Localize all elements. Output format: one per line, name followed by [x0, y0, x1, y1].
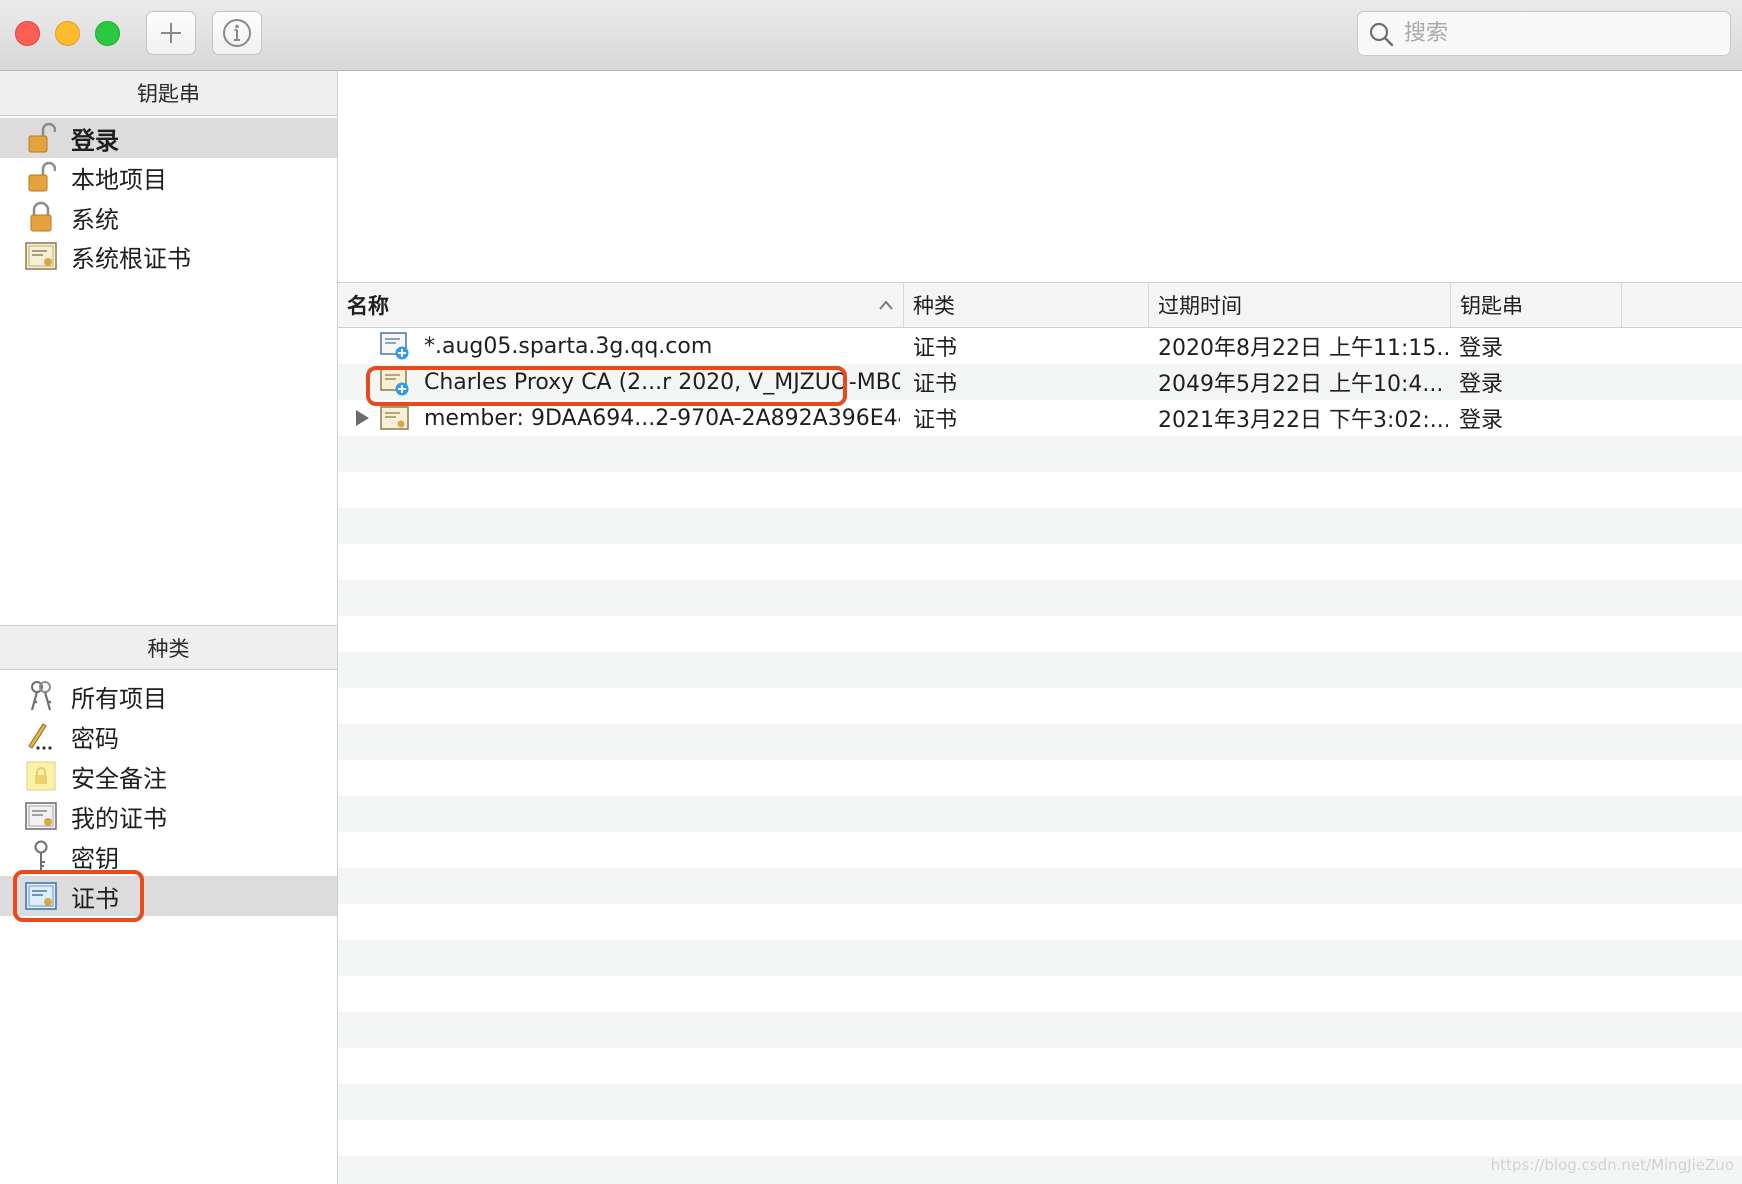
certificate-plus-icon [380, 332, 409, 360]
cert-kind: 证书 [913, 336, 958, 361]
empty-row [338, 940, 1742, 976]
empty-row [338, 796, 1742, 832]
keychains-header: 钥匙串 [0, 71, 337, 116]
search-field[interactable] [1357, 11, 1731, 56]
sidebar-item-label: 本地项目 [71, 165, 167, 194]
sort-ascending-icon [879, 300, 893, 310]
search-icon [1369, 22, 1394, 46]
minimize-window-button[interactable] [55, 21, 80, 46]
keys-icon [25, 680, 57, 712]
certificate-table: *.aug05.sparta.3g.qq.com 证书 2020年8月22日 上… [338, 328, 1742, 1184]
column-header-keychain[interactable]: 钥匙串 [1451, 283, 1622, 327]
empty-row [338, 436, 1742, 472]
unlocked-padlock-icon [25, 122, 57, 154]
sidebar-item-label: 系统根证书 [71, 244, 191, 273]
locked-padlock-icon [25, 201, 57, 233]
item-preview-area [338, 71, 1742, 283]
sidebar-item-secure-notes[interactable]: 安全备注 [0, 756, 337, 796]
empty-row [338, 652, 1742, 688]
sidebar-item-certificates[interactable]: 证书 [0, 876, 337, 916]
sidebar-item-label: 登录 [71, 126, 119, 155]
table-header: 名称 种类 过期时间 钥匙串 [338, 283, 1742, 328]
sidebar-item-passwords[interactable]: 密码 [0, 716, 337, 756]
sidebar-item-all-items[interactable]: 所有项目 [0, 676, 337, 716]
table-row[interactable]: member: 9DAA694...2-970A-2A892A396E44 证书… [338, 400, 1742, 436]
cert-expires: 2049年5月22日 上午10:4... [1158, 372, 1444, 397]
search-input[interactable] [1402, 20, 1706, 47]
table-row[interactable]: *.aug05.sparta.3g.qq.com 证书 2020年8月22日 上… [338, 328, 1742, 364]
empty-row [338, 1012, 1742, 1048]
certificate-icon [25, 240, 57, 272]
sidebar-item-login[interactable]: 登录 [0, 118, 337, 158]
disclosure-triangle-icon[interactable] [356, 410, 369, 426]
empty-row [338, 724, 1742, 760]
empty-row [338, 580, 1742, 616]
column-header-expires[interactable]: 过期时间 [1149, 283, 1451, 327]
sidebar-item-keys[interactable]: 密钥 [0, 836, 337, 876]
unlocked-padlock-icon [25, 161, 57, 193]
cert-name: Charles Proxy CA (2...r 2020, V_MJZUO-MB… [424, 369, 900, 395]
cert-keychain: 登录 [1459, 336, 1504, 361]
sidebar-item-system-roots[interactable]: 系统根证书 [0, 236, 337, 276]
plus-icon [161, 23, 181, 43]
key-icon [25, 840, 57, 872]
main-pane: 名称 种类 过期时间 钥匙串 *.aug05.sparta.3g.qq.com … [338, 71, 1742, 1184]
empty-row [338, 508, 1742, 544]
column-header-name[interactable]: 名称 [338, 283, 904, 327]
sidebar: 钥匙串 登录 本地项目 系统 系统根证书 种类 所有项目 密码 安全备注 我的证… [0, 71, 338, 1184]
sidebar-item-local-items[interactable]: 本地项目 [0, 157, 337, 197]
my-certificate-icon [25, 800, 57, 832]
cert-keychain: 登录 [1459, 372, 1504, 397]
get-info-button[interactable] [212, 11, 262, 55]
cert-keychain: 登录 [1459, 408, 1504, 433]
certificate-icon [380, 406, 409, 430]
password-pencil-icon [25, 720, 57, 752]
certificate-icon [25, 880, 57, 912]
sidebar-item-system[interactable]: 系统 [0, 197, 337, 237]
empty-row [338, 1084, 1742, 1120]
info-icon [223, 19, 251, 47]
window-toolbar [0, 0, 1742, 71]
secure-note-icon [25, 760, 57, 792]
empty-row [338, 868, 1742, 904]
sidebar-item-label: 我的证书 [71, 804, 167, 833]
sidebar-item-label: 密码 [71, 724, 119, 753]
sidebar-item-label: 安全备注 [71, 764, 167, 793]
close-window-button[interactable] [15, 21, 40, 46]
add-item-button[interactable] [146, 11, 196, 55]
watermark: https://blog.csdn.net/MingJieZuo [1490, 1156, 1734, 1174]
sidebar-item-my-certificates[interactable]: 我的证书 [0, 796, 337, 836]
sidebar-item-label: 密钥 [71, 844, 119, 873]
cert-kind: 证书 [913, 408, 958, 433]
sidebar-item-label: 证书 [71, 884, 119, 913]
sidebar-item-label: 系统 [71, 205, 119, 234]
cert-name: *.aug05.sparta.3g.qq.com [424, 333, 713, 359]
cert-kind: 证书 [913, 372, 958, 397]
categories-header: 种类 [0, 625, 337, 670]
column-header-kind[interactable]: 种类 [904, 283, 1149, 327]
sidebar-item-label: 所有项目 [71, 684, 167, 713]
cert-name: member: 9DAA694...2-970A-2A892A396E44 [424, 405, 900, 431]
table-row[interactable]: Charles Proxy CA (2...r 2020, V_MJZUO-MB… [338, 364, 1742, 400]
cert-expires: 2020年8月22日 上午11:15... [1158, 336, 1448, 361]
zoom-window-button[interactable] [95, 21, 120, 46]
certificate-plus-icon [380, 368, 409, 396]
cert-expires: 2021年3月22日 下午3:02:... [1158, 408, 1448, 433]
